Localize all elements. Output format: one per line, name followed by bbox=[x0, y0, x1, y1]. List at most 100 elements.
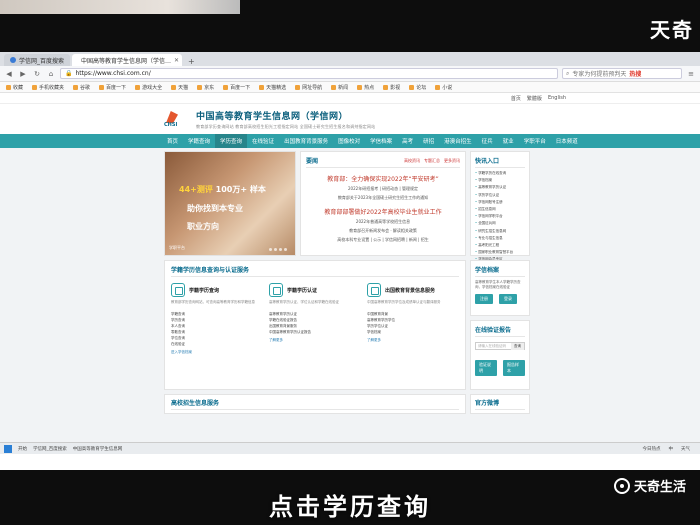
bookmark-item[interactable]: 百度一下 bbox=[99, 84, 126, 91]
bookmark-item[interactable]: 论坛 bbox=[409, 84, 426, 91]
news-line[interactable]: 高校本科专业设置 | 公示 | 学信网招聘 | 新闻 | 招生 bbox=[306, 237, 460, 243]
banner-stat-c: 样本 bbox=[249, 185, 266, 194]
service-more-link[interactable]: 了解更多 bbox=[269, 338, 361, 343]
nav-employment[interactable]: 就业 bbox=[498, 134, 519, 148]
forward-icon[interactable]: ▶ bbox=[18, 70, 28, 78]
login-button[interactable]: 登录 bbox=[499, 294, 517, 304]
bookmark-item[interactable]: 热点 bbox=[357, 84, 374, 91]
bookmark-item[interactable]: 影视 bbox=[383, 84, 400, 91]
desk-background-strip bbox=[0, 0, 240, 14]
nav-japan[interactable]: 日本频道 bbox=[551, 134, 583, 148]
taskbar-item[interactable]: 中国高等教育学生信息网 bbox=[73, 446, 123, 452]
start-icon[interactable] bbox=[4, 444, 12, 453]
nav-online-verify[interactable]: 在线验证 bbox=[247, 134, 279, 148]
bookmark-item[interactable]: 手机收藏夹 bbox=[32, 84, 64, 91]
link-home[interactable]: 首页 bbox=[511, 95, 521, 102]
nav-degree-query[interactable]: 学历查询 bbox=[215, 134, 248, 148]
bookmark-item[interactable]: 京东 bbox=[197, 84, 214, 91]
weibo-panel: 官方微博 bbox=[470, 394, 530, 414]
bookmark-item[interactable]: 天猫 bbox=[171, 84, 188, 91]
service-title[interactable]: 出国教育背景信息服务 bbox=[385, 287, 435, 294]
news-headline[interactable]: 教育部部署做好2022年高校毕业生就业工作 bbox=[306, 207, 460, 216]
service-link[interactable]: 在线验证 bbox=[171, 341, 263, 347]
news-line[interactable]: 教育部召开新闻发布会 · 解读相关政策 bbox=[306, 228, 460, 234]
promo-banner[interactable]: 44+测评 100万+ 样本 助你找到本专业 职业方向 学职平台 bbox=[164, 151, 296, 256]
bookmark-item[interactable]: 新闻 bbox=[331, 84, 348, 91]
taskbar-item[interactable]: 学信网_百度搜索 bbox=[33, 446, 67, 452]
home-icon[interactable]: ⌂ bbox=[46, 70, 56, 78]
chsi-logo[interactable]: CHSI bbox=[164, 110, 190, 128]
url-input[interactable]: 🔒 https://www.chsi.com.cn/ bbox=[60, 68, 558, 79]
close-tab-icon[interactable]: ✕ bbox=[174, 57, 179, 64]
tray-item[interactable]: 中 bbox=[669, 446, 674, 452]
service-head: 出国教育背景信息服务 bbox=[367, 283, 459, 297]
nav-conscription[interactable]: 征兵 bbox=[477, 134, 498, 148]
news-headline[interactable]: 教育部：全力确保实现2022年“平安研考” bbox=[306, 174, 460, 183]
nav-career[interactable]: 学职平台 bbox=[519, 134, 551, 148]
list-item[interactable]: 全国征兵网 bbox=[475, 221, 525, 226]
verify-code-input[interactable]: 请输入在线验证码 查询 bbox=[475, 342, 525, 350]
tray-item[interactable]: 天气 bbox=[681, 446, 690, 452]
bookmark-item[interactable]: 游戏大全 bbox=[135, 84, 162, 91]
tray-item[interactable]: 今日热点 bbox=[643, 446, 661, 452]
archive-login-panel: 学信档案 高等教育学生本人学籍学历查询，学信档案在线验证 注册 登录 bbox=[470, 260, 530, 316]
bookmark-item[interactable]: 收藏 bbox=[6, 84, 23, 91]
verify-help-button[interactable]: 验证说明 bbox=[475, 360, 497, 376]
news-line[interactable]: 2022年研招报考 | 研招动态 | 管理规定 bbox=[306, 186, 460, 192]
site-title-block: 中国高等教育学生信息网（学信网） 教育部学历查询网站 教育部高校招生阳光工程指定… bbox=[196, 109, 375, 130]
carousel-dots[interactable] bbox=[269, 248, 287, 251]
service-more-link[interactable]: 了解更多 bbox=[367, 338, 459, 343]
site-header: CHSI 中国高等教育学生信息网（学信网） 教育部学历查询网站 教育部高校招生阳… bbox=[0, 104, 700, 134]
refresh-icon[interactable]: ↻ bbox=[32, 70, 42, 78]
nav-abroad-service[interactable]: 出国教育背景服务 bbox=[279, 134, 333, 148]
nav-yanzhao[interactable]: 研招 bbox=[418, 134, 439, 148]
list-item[interactable]: 学信档案 bbox=[475, 178, 525, 183]
list-item[interactable]: 学籍学历在线查询 bbox=[475, 171, 525, 176]
list-item[interactable]: 专业与招生信息 bbox=[475, 236, 525, 241]
list-item[interactable]: 高考阳光工程 bbox=[475, 243, 525, 248]
link-english[interactable]: English bbox=[548, 95, 566, 101]
tab-baidu[interactable]: 学信网_百度搜索 bbox=[4, 54, 71, 66]
link-traditional[interactable]: 繁體版 bbox=[527, 95, 542, 102]
browser-search-input[interactable]: ⌕ 专家为何提前预判天 热搜 bbox=[562, 68, 682, 79]
service-link[interactable]: 中国高等教育学历认证报告 bbox=[269, 329, 361, 335]
service-more-link[interactable]: 进入学信档案 bbox=[171, 350, 263, 355]
menu-icon[interactable]: ≡ bbox=[686, 70, 696, 78]
news-line[interactable]: 2022年普通高等学校招生信息 bbox=[306, 219, 460, 225]
list-item[interactable]: 学历学位认证 bbox=[475, 193, 525, 198]
nav-home[interactable]: 首页 bbox=[162, 134, 183, 148]
list-item[interactable]: 招生信息网 bbox=[475, 207, 525, 212]
hot-search-badge[interactable]: 热搜 bbox=[629, 69, 641, 78]
service-link[interactable]: 学信档案 bbox=[367, 329, 459, 335]
service-title[interactable]: 学籍学历认证 bbox=[287, 287, 317, 294]
news-link[interactable]: 专题汇总 bbox=[424, 158, 440, 164]
nav-image-check[interactable]: 图像校对 bbox=[333, 134, 365, 148]
tab-chsi[interactable]: 中国高等教育学生信息网（学信… ✕ bbox=[72, 54, 183, 66]
nav-student-status[interactable]: 学籍查询 bbox=[183, 134, 215, 148]
news-line[interactable]: 教育部关于2023年全国硕士研究生招生工作的通知 bbox=[306, 195, 460, 201]
list-item[interactable]: 国家职业教育智慧平台 bbox=[475, 250, 525, 255]
nav-hmt[interactable]: 港澳台招生 bbox=[439, 134, 477, 148]
bookmark-item[interactable]: 网址导航 bbox=[295, 84, 322, 91]
bookmark-item[interactable]: 小说 bbox=[435, 84, 452, 91]
back-icon[interactable]: ◀ bbox=[4, 70, 14, 78]
list-item[interactable]: 研究生招生信息网 bbox=[475, 229, 525, 234]
list-item[interactable]: 学信网学职平台 bbox=[475, 214, 525, 219]
new-tab-icon[interactable]: + bbox=[184, 57, 199, 66]
bookmark-item[interactable]: 天猫精选 bbox=[259, 84, 286, 91]
nav-archive[interactable]: 学信档案 bbox=[365, 134, 397, 148]
verify-query-button[interactable]: 查询 bbox=[511, 342, 524, 350]
register-button[interactable]: 注册 bbox=[475, 294, 493, 304]
bookmark-item[interactable]: 百度一下 bbox=[223, 84, 250, 91]
nav-gaokao[interactable]: 高考 bbox=[397, 134, 418, 148]
bookmark-item[interactable]: 谷歌 bbox=[73, 84, 90, 91]
news-link[interactable]: 高校资讯 bbox=[404, 158, 420, 164]
taskbar-item[interactable]: 开始 bbox=[18, 446, 27, 452]
list-item[interactable]: 高等教育学历认证 bbox=[475, 185, 525, 190]
verify-sample-button[interactable]: 报告样本 bbox=[503, 360, 525, 376]
login-buttons: 注册 登录 bbox=[475, 294, 525, 304]
news-link[interactable]: 更多资讯 bbox=[444, 158, 460, 164]
verify-panel: 在线验证报告 请输入在线验证码 查询 验证说明 报告样本 bbox=[470, 320, 530, 390]
list-item[interactable]: 学信网账号注册 bbox=[475, 200, 525, 205]
service-title[interactable]: 学籍学历查询 bbox=[189, 287, 219, 294]
